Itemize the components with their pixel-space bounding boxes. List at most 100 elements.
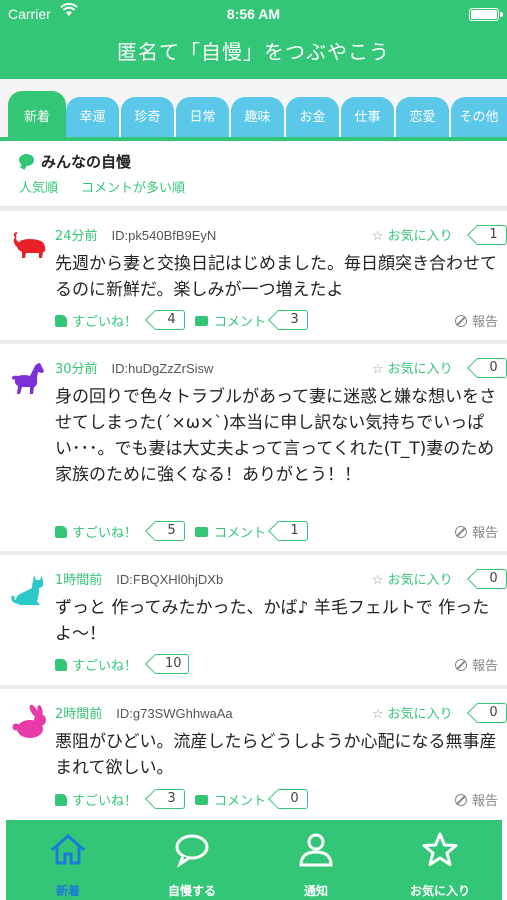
- post-card[interactable]: 1時間前 ID:FBQXHl0hjDXb ☆ お気に入り 0 ずっと 作ってみたかっ…: [0, 555, 507, 685]
- post-meta: 30分前 ID:huDgZzZrSisw: [55, 358, 213, 377]
- report-button[interactable]: 報告: [455, 522, 498, 541]
- star-icon: [422, 832, 458, 866]
- thumbs-up-icon: [55, 659, 67, 671]
- no-entry-icon: [455, 315, 467, 327]
- favorite-button[interactable]: ☆ お気に入り: [372, 225, 453, 244]
- favorite-count: 0: [477, 569, 507, 589]
- tab-rare[interactable]: 珍奇: [121, 97, 174, 137]
- tab-luck[interactable]: 幸運: [66, 97, 119, 137]
- tab-label: 日常: [189, 110, 216, 125]
- like-count: 5: [155, 521, 185, 541]
- tabbar-item-favorites[interactable]: お気に入り: [378, 820, 502, 900]
- like-button[interactable]: すごいね！: [55, 790, 137, 809]
- comment-button[interactable]: コメント: [195, 789, 267, 809]
- favorite-label: お気に入り: [387, 707, 453, 722]
- tab-label: 仕事: [354, 110, 381, 125]
- like-label: すごいね！: [72, 526, 138, 541]
- post-meta: 24分前 ID:pk540BfB9EyN: [55, 225, 216, 244]
- comment-label: コメント: [214, 794, 267, 809]
- user-id: ID:pk540BfB9EyN: [111, 228, 217, 243]
- like-count: 4: [155, 310, 185, 330]
- post-text: 身の回りで色々トラブルがあって妻に迷惑と嫌な想いをさせてしまった(´×ω×`)本…: [55, 387, 497, 485]
- like-count: 10: [155, 654, 189, 674]
- clock: 8:56 AM: [226, 6, 281, 22]
- tab-hobby[interactable]: 趣味: [231, 97, 284, 137]
- bull-icon: [10, 227, 48, 265]
- post-time: 24分前: [55, 229, 98, 244]
- like-label: すごいね！: [72, 659, 138, 674]
- cat-icon: [10, 571, 48, 609]
- star-icon: ☆: [372, 707, 384, 722]
- tabbar-item-notifications[interactable]: 通知: [254, 820, 378, 900]
- report-button[interactable]: 報告: [455, 655, 498, 674]
- tab-label: 幸運: [79, 110, 106, 125]
- thumbs-up-icon: [55, 794, 67, 806]
- report-button[interactable]: 報告: [455, 790, 498, 809]
- tab-daily[interactable]: 日常: [176, 97, 229, 137]
- star-icon: ☆: [372, 573, 384, 588]
- no-entry-icon: [455, 794, 467, 806]
- horse-icon: [10, 360, 48, 398]
- tab-other[interactable]: その他: [451, 97, 507, 137]
- tab-money[interactable]: お金: [286, 97, 339, 137]
- tab-label: 趣味: [244, 110, 271, 125]
- comment-label: コメント: [214, 315, 267, 330]
- report-label: 報告: [472, 315, 499, 330]
- no-entry-icon: [455, 526, 467, 538]
- battery-icon: [469, 8, 503, 21]
- report-label: 報告: [472, 659, 499, 674]
- favorite-button[interactable]: ☆ お気に入り: [372, 569, 453, 588]
- post-meta: 1時間前 ID:FBQXHl0hjDXb: [55, 569, 223, 588]
- sort-popular-link[interactable]: 人気順: [19, 177, 58, 196]
- favorite-button[interactable]: ☆ お気に入り: [372, 703, 453, 722]
- post-time: 30分前: [55, 362, 98, 377]
- post-card[interactable]: 24分前 ID:pk540BfB9EyN ☆ お気に入り 1 先週から妻と交換日記は…: [0, 211, 507, 340]
- like-button[interactable]: すごいね！: [55, 522, 137, 541]
- comment-label: コメント: [214, 526, 267, 541]
- comment-button[interactable]: コメント: [195, 310, 267, 330]
- home-icon: [51, 834, 85, 865]
- report-label: 報告: [472, 794, 499, 809]
- report-button[interactable]: 報告: [455, 311, 498, 330]
- no-entry-icon: [455, 659, 467, 671]
- section-header: みんなの自慢 人気順 コメントが多い順: [0, 141, 507, 207]
- like-button[interactable]: すごいね！: [55, 311, 137, 330]
- tab-label: 新着: [23, 110, 50, 125]
- tabbar-item-new[interactable]: 新着: [6, 820, 130, 900]
- thumbs-up-icon: [55, 526, 67, 538]
- favorite-count: 1: [477, 225, 507, 245]
- tab-love[interactable]: 恋愛: [396, 97, 449, 137]
- star-icon: ☆: [372, 362, 384, 377]
- tabbar-item-post[interactable]: 自慢する: [130, 820, 254, 900]
- post-time: 2時間前: [55, 707, 103, 722]
- comment-count: 0: [278, 789, 308, 809]
- comment-count: 3: [278, 310, 308, 330]
- category-tabs: 新着 幸運 珍奇 日常 趣味 お金 仕事 恋愛 その他: [0, 79, 507, 137]
- comment-button[interactable]: コメント: [195, 521, 267, 541]
- comment-icon: [195, 789, 208, 805]
- comment-icon: [195, 310, 208, 326]
- tab-label: お金: [299, 110, 326, 125]
- tab-label: 珍奇: [134, 110, 161, 125]
- post-text: 先週から妻と交換日記はじめました。毎日顔突き合わせてるのに新鮮だ。楽しみが一つ増…: [55, 254, 497, 300]
- speech-bubble-icon: [19, 154, 34, 166]
- favorite-button[interactable]: ☆ お気に入り: [372, 358, 453, 377]
- favorite-label: お気に入り: [387, 573, 453, 588]
- post-card[interactable]: 2時間前 ID:g73SWGhhwaAa ☆ お気に入り 0 悪阻がひどい。流産した…: [0, 689, 507, 820]
- like-label: すごいね！: [72, 315, 138, 330]
- tabbar-label: 自慢する: [167, 884, 216, 898]
- speech-bubble-icon: [175, 834, 209, 868]
- favorite-count: 0: [477, 358, 507, 378]
- tab-work[interactable]: 仕事: [341, 97, 394, 137]
- star-icon: ☆: [372, 229, 384, 244]
- post-time: 1時間前: [55, 573, 103, 588]
- bottom-tab-bar: 新着 自慢する 通知 お気に入り: [6, 820, 502, 900]
- user-id: ID:FBQXHl0hjDXb: [116, 572, 224, 587]
- tabbar-label: 新着: [55, 884, 80, 898]
- post-card[interactable]: 30分前 ID:huDgZzZrSisw ☆ お気に入り 0 身の回りで色々トラブル…: [0, 344, 507, 551]
- header: Carrier 8:56 AM 匿名て「自慢」をつぶやこう: [0, 0, 507, 79]
- like-button[interactable]: すごいね！: [55, 655, 137, 674]
- tab-new[interactable]: 新着: [8, 91, 66, 137]
- sort-comments-link[interactable]: コメントが多い順: [81, 177, 185, 196]
- favorite-label: お気に入り: [387, 362, 453, 377]
